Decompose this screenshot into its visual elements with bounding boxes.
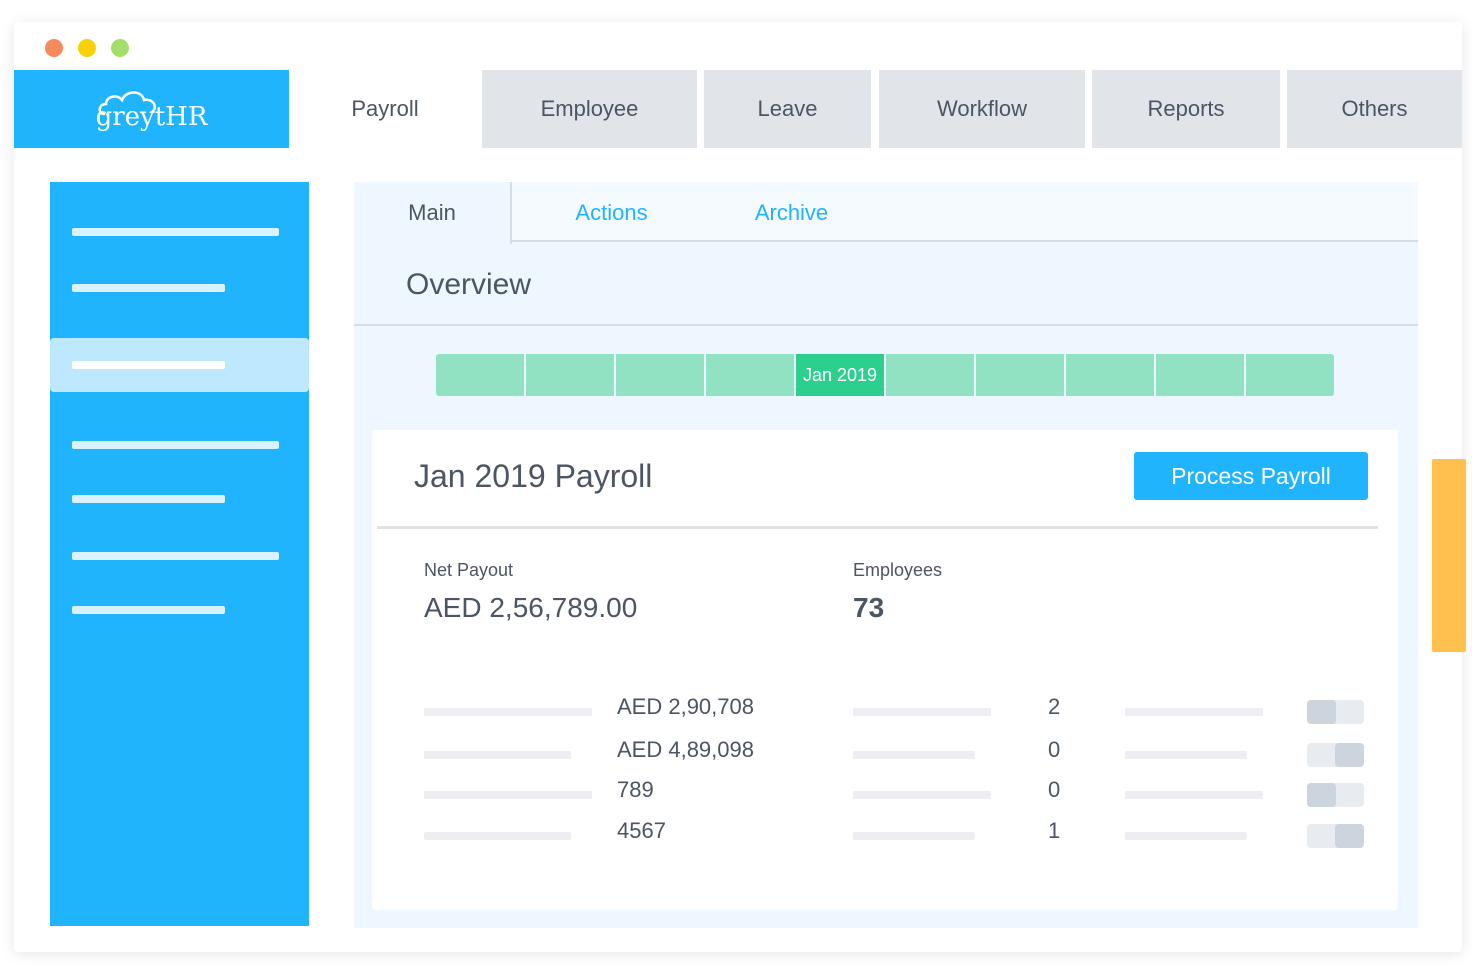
sidebar-item-active[interactable]: [50, 338, 309, 392]
divider: [377, 526, 1378, 529]
table-row: AED 4,89,098 0: [372, 735, 1398, 775]
greythr-logo[interactable]: greytHR: [14, 70, 289, 148]
net-payout-label: Net Payout: [424, 560, 513, 581]
row-amount: AED 2,90,708: [617, 694, 754, 720]
sidebar-item[interactable]: [50, 472, 309, 526]
sidebar-item[interactable]: [50, 529, 309, 583]
tab-main[interactable]: Main: [354, 182, 512, 244]
tab-archive[interactable]: Archive: [729, 182, 854, 244]
sidebar-item-placeholder: [72, 495, 225, 503]
row-label-placeholder: [424, 751, 571, 759]
row-amount: AED 4,89,098: [617, 737, 754, 763]
row-count: 0: [1048, 777, 1060, 803]
timeline-month[interactable]: [1246, 354, 1334, 396]
sidebar-item[interactable]: [50, 583, 309, 637]
sidebar-item-placeholder: [72, 228, 279, 236]
row-label-placeholder: [424, 791, 592, 799]
feedback-side-tab[interactable]: [1432, 459, 1466, 652]
table-row: AED 2,90,708 2: [372, 692, 1398, 732]
row-label-placeholder: [1125, 751, 1247, 759]
sidebar-item[interactable]: [50, 205, 309, 259]
logo-text: greytHR: [96, 102, 208, 132]
row-label-placeholder: [853, 751, 975, 759]
tab-reports[interactable]: Reports: [1092, 70, 1280, 148]
sidebar-item[interactable]: [50, 418, 309, 472]
row-count: 0: [1048, 737, 1060, 763]
timeline-month[interactable]: [886, 354, 976, 396]
window-minimize-dot[interactable]: [78, 39, 96, 57]
timeline-month-selected[interactable]: Jan 2019: [796, 354, 886, 396]
row-toggle[interactable]: [1307, 743, 1364, 767]
timeline-month[interactable]: [1156, 354, 1246, 396]
window-close-dot[interactable]: [45, 39, 63, 57]
row-label-placeholder: [1125, 708, 1263, 716]
row-label-placeholder: [853, 791, 991, 799]
row-toggle[interactable]: [1307, 783, 1364, 807]
timeline-month[interactable]: [616, 354, 706, 396]
window-maximize-dot[interactable]: [111, 39, 129, 57]
main-content: Main Actions Archive Overview Jan 2019 J…: [354, 182, 1418, 928]
toggle-knob: [1335, 743, 1364, 767]
net-payout-value: AED 2,56,789.00: [424, 592, 637, 624]
row-toggle[interactable]: [1307, 700, 1364, 724]
process-payroll-button[interactable]: Process Payroll: [1134, 452, 1368, 500]
month-timeline: Jan 2019: [436, 354, 1334, 396]
toggle-knob: [1307, 783, 1336, 807]
tab-actions[interactable]: Actions: [549, 182, 674, 244]
employees-label: Employees: [853, 560, 942, 581]
payroll-title: Jan 2019 Payroll: [414, 458, 652, 495]
tab-leave[interactable]: Leave: [704, 70, 871, 148]
sidebar: [50, 182, 309, 926]
sidebar-item-placeholder: [72, 284, 225, 292]
timeline-month[interactable]: [526, 354, 616, 396]
sub-tab-bar: Main Actions Archive: [354, 182, 1418, 242]
row-toggle[interactable]: [1307, 824, 1364, 848]
row-label-placeholder: [1125, 791, 1263, 799]
divider: [354, 324, 1418, 326]
toggle-knob: [1307, 700, 1336, 724]
row-amount: 4567: [617, 818, 666, 844]
timeline-month[interactable]: [976, 354, 1066, 396]
payroll-card: Jan 2019 Payroll Process Payroll Net Pay…: [372, 430, 1398, 910]
tab-employee[interactable]: Employee: [482, 70, 697, 148]
timeline-month[interactable]: [706, 354, 796, 396]
row-label-placeholder: [1125, 832, 1247, 840]
row-label-placeholder: [853, 832, 975, 840]
row-label-placeholder: [853, 708, 991, 716]
sidebar-item-placeholder: [72, 441, 279, 449]
top-navigation: greytHR Payroll Employee Leave Workflow …: [14, 70, 1462, 148]
row-amount: 789: [617, 777, 654, 803]
row-count: 1: [1048, 818, 1060, 844]
sidebar-item-placeholder: [72, 552, 279, 560]
app-window: greytHR Payroll Employee Leave Workflow …: [14, 22, 1462, 952]
row-label-placeholder: [424, 708, 592, 716]
table-row: 4567 1: [372, 816, 1398, 856]
row-count: 2: [1048, 694, 1060, 720]
timeline-month[interactable]: [436, 354, 526, 396]
timeline-month[interactable]: [1066, 354, 1156, 396]
sidebar-item-placeholder: [72, 606, 225, 614]
section-title: Overview: [406, 268, 531, 302]
table-row: 789 0: [372, 775, 1398, 815]
tab-others[interactable]: Others: [1287, 70, 1462, 148]
tab-payroll[interactable]: Payroll: [289, 70, 481, 148]
sidebar-item[interactable]: [50, 261, 309, 315]
tab-workflow[interactable]: Workflow: [879, 70, 1085, 148]
employees-value: 73: [853, 592, 884, 624]
toggle-knob: [1335, 824, 1364, 848]
sidebar-item-placeholder: [72, 361, 225, 369]
row-label-placeholder: [424, 832, 571, 840]
